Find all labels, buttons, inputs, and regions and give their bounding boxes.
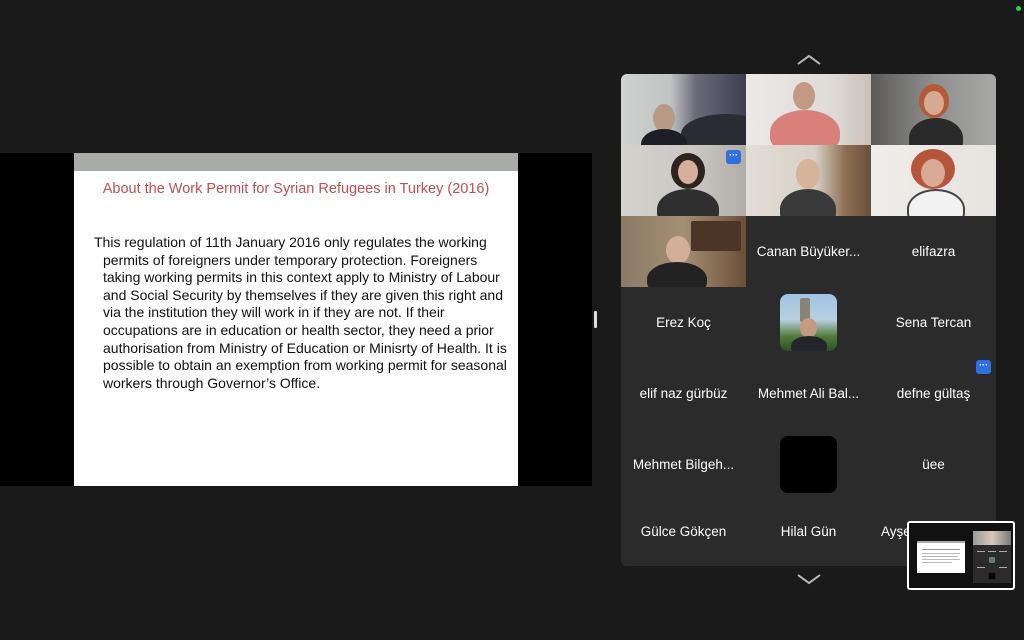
video-tile[interactable] [621, 74, 746, 145]
participant-tile[interactable]: Mehmet Ali Bal... [746, 358, 871, 429]
participant-name: elif naz gürbüz [639, 386, 728, 401]
participant-tile[interactable]: Erez Koç [621, 287, 746, 358]
participant-name: Gülce Gökçen [640, 524, 727, 539]
participant-tile[interactable]: üee [871, 429, 996, 500]
slide-body: This regulation of 11th January 2016 onl… [94, 234, 507, 391]
gallery-scroll-up-button[interactable] [796, 54, 822, 66]
participant-tile[interactable] [746, 287, 871, 358]
mini-gallery-thumbnail [973, 531, 1011, 583]
video-feed [621, 74, 746, 145]
chevron-down-icon [797, 574, 821, 585]
participant-tile[interactable]: Sena Tercan [871, 287, 996, 358]
participant-tile[interactable]: Canan Büyüker... [746, 216, 871, 287]
participant-name: üee [922, 457, 945, 472]
participant-tile[interactable] [746, 429, 871, 500]
video-feed [746, 145, 871, 216]
chevron-up-icon [797, 54, 821, 65]
more-options-button[interactable]: ··· [976, 360, 991, 374]
participant-tile[interactable]: Mehmet Bilgeh... [621, 429, 746, 500]
video-feed [871, 145, 996, 216]
video-tile[interactable] [621, 216, 746, 287]
participant-name: Mehmet Bilgeh... [632, 457, 735, 472]
participant-name: elifazra [911, 244, 956, 259]
video-feed [871, 74, 996, 145]
slide-header-bar [74, 153, 518, 171]
avatar [780, 436, 837, 493]
participant-name: Erez Koç [656, 315, 711, 330]
status-indicator-dot [1016, 6, 1021, 11]
more-options-button[interactable]: ··· [726, 150, 741, 164]
video-tile[interactable]: ··· [621, 145, 746, 216]
participant-tile[interactable]: Gülce Gökçen [621, 496, 746, 566]
video-tile[interactable] [871, 145, 996, 216]
participant-name: defne gültaş [896, 386, 971, 401]
participant-tile[interactable]: defne gültaş ··· [871, 358, 996, 429]
participant-name: Mehmet Ali Bal... [757, 386, 860, 401]
slide-title: About the Work Permit for Syrian Refugee… [102, 181, 490, 197]
video-tile[interactable] [746, 74, 871, 145]
participant-tile[interactable]: Hilal Gün [746, 496, 871, 566]
video-tile-active-speaker[interactable] [871, 74, 996, 145]
participant-name: Sena Tercan [895, 315, 972, 330]
video-feed [746, 74, 871, 145]
avatar [780, 294, 837, 351]
split-resize-handle[interactable] [594, 311, 597, 328]
participant-name: Hilal Gün [780, 524, 837, 539]
minimized-meeting-preview[interactable] [907, 521, 1015, 590]
participant-gallery: ··· Canan Büyüker... elifazra Erez Koç S… [621, 74, 996, 566]
presentation-slide: About the Work Permit for Syrian Refugee… [74, 153, 518, 486]
participant-name: Canan Büyüker... [756, 244, 861, 259]
participant-tile[interactable]: elifazra [871, 216, 996, 287]
video-tile[interactable] [746, 145, 871, 216]
video-feed [621, 216, 746, 287]
participant-tile[interactable]: elif naz gürbüz [621, 358, 746, 429]
gallery-scroll-down-button[interactable] [796, 573, 822, 585]
mini-slide-thumbnail [917, 541, 965, 573]
